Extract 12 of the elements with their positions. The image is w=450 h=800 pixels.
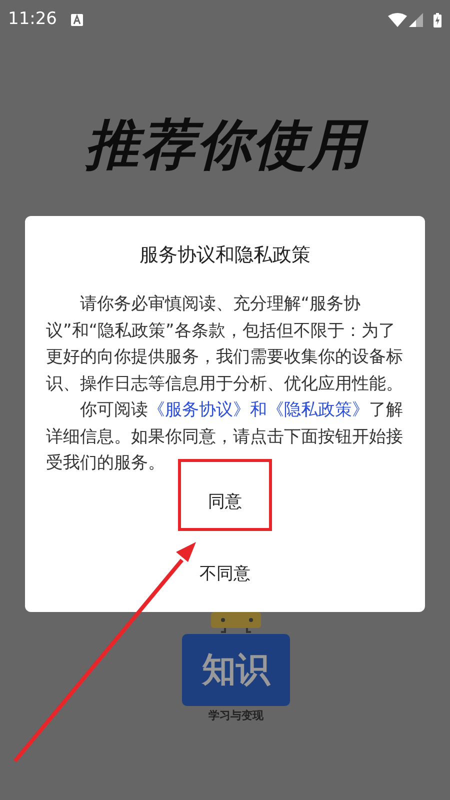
agree-button[interactable]: 同意 — [178, 458, 272, 530]
dialog-title: 服务协议和隐私政策 — [138, 243, 312, 268]
status-time: 11:26 — [8, 8, 57, 32]
logo-text: 知识 — [202, 648, 270, 692]
wifi-icon — [388, 13, 407, 27]
signal-icon — [409, 13, 423, 27]
policy-link[interactable]: 《服务协议》和《隐私政策》 — [148, 399, 369, 419]
keyboard-icon — [71, 14, 83, 26]
agreement-paragraph: 请你务必审慎阅读、充分理解“服务协议”和“隐私政策”各条款，包括但不限于：为了更好的向你提供服务，我们需要收集你的设备标识、操作日志等信息用于分析、优化应用性能。 — [46, 292, 404, 394]
decline-button[interactable]: 不同意 — [178, 530, 272, 610]
battery-icon — [433, 12, 442, 28]
slogan: 学习与变现 — [208, 708, 264, 724]
